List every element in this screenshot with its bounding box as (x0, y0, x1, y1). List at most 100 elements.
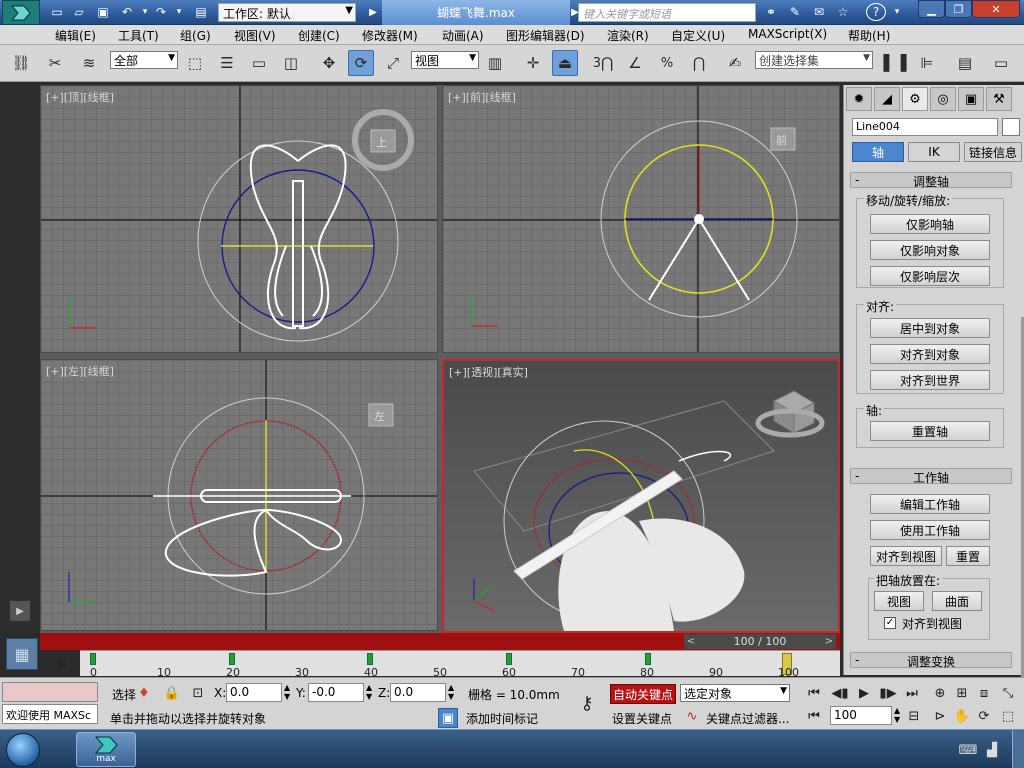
align-icon[interactable]: ⊫ (914, 50, 940, 76)
frame-spinner-icon[interactable]: ▲ ▼ (894, 706, 900, 724)
y-coordinate-field[interactable]: -0.0 (308, 683, 364, 702)
select-by-name-icon[interactable]: ☰ (214, 50, 240, 76)
keyframe-marker[interactable] (506, 653, 512, 665)
menu-create[interactable]: 创建(C) (298, 27, 340, 44)
select-manipulate-icon[interactable]: ✛ (520, 50, 546, 76)
subtab-pivot[interactable]: 轴 (852, 142, 904, 162)
redo-icon[interactable]: ↷ (152, 3, 170, 21)
layer-manager-icon[interactable]: ▤ (952, 50, 978, 76)
viewport-perspective[interactable]: [+][透视][真实] (442, 359, 840, 633)
subtab-ik[interactable]: IK (908, 142, 960, 162)
keyboard-icon[interactable]: ⌨ (958, 740, 978, 760)
absolute-mode-icon[interactable]: ⊡ (188, 683, 208, 703)
set-key-label[interactable]: 设置关键点 (612, 710, 672, 727)
app-logo-icon[interactable] (2, 0, 40, 25)
isolate-icon[interactable]: ♦ (134, 683, 154, 703)
modify-tab-icon[interactable]: ◢ (874, 87, 900, 111)
viewport-left[interactable]: [+][左][线框] 左 (40, 359, 438, 631)
keyframe-marker[interactable] (645, 653, 651, 665)
time-slider-prev-icon[interactable]: < (684, 634, 698, 649)
menu-customize[interactable]: 自定义(U) (671, 27, 725, 44)
search-input[interactable]: 键入关键字或短语 (578, 3, 756, 22)
subtab-link-info[interactable]: 链接信息 (964, 142, 1022, 162)
curve-editor-icon[interactable]: ≣ (50, 654, 72, 672)
track-bar[interactable]: 0 10 20 30 40 50 60 70 80 90 100 (80, 650, 840, 679)
scale-icon[interactable]: ⤢ (380, 50, 406, 76)
snap-toggle-icon[interactable]: 3 ⋂ (590, 50, 616, 76)
align-to-view-button[interactable]: 对齐到视图 (870, 546, 942, 566)
start-button-icon[interactable] (6, 733, 40, 767)
viewport-label-front[interactable]: [+][前][线框] (448, 89, 516, 105)
close-button[interactable]: ✕ (972, 0, 1020, 18)
auto-key-button[interactable]: 自动关键点 (610, 684, 676, 704)
show-desktop-button[interactable] (1012, 730, 1024, 768)
project-folder-icon[interactable]: ▤ (192, 3, 210, 21)
display-tab-icon[interactable]: ▣ (958, 87, 984, 111)
help-dropdown-icon[interactable]: ▾ (888, 3, 906, 21)
redo-dropdown-icon[interactable]: ▾ (170, 3, 188, 21)
menu-graph-editors[interactable]: 图形编辑器(D) (506, 27, 585, 44)
wrench-icon[interactable]: ✎ (786, 3, 804, 21)
center-to-object-button[interactable]: 居中到对象 (870, 318, 990, 338)
maxscript-welcome-field[interactable]: 欢迎使用 MAXSc (2, 704, 98, 724)
link-icon[interactable]: ⛓ (8, 50, 34, 76)
zoom-extents-icon[interactable]: ⧈ (974, 683, 994, 703)
menu-animation[interactable]: 动画(A) (442, 27, 484, 44)
keyframe-marker[interactable] (367, 653, 373, 665)
affect-object-only-button[interactable]: 仅影响对象 (870, 240, 990, 260)
viewport-layout-icon[interactable]: ▦ (6, 638, 38, 670)
edit-named-sel-icon[interactable]: ✍ (722, 50, 748, 76)
keyframe-marker[interactable] (90, 653, 96, 665)
y-spinner-icon[interactable]: ▲ ▼ (366, 683, 372, 701)
viewcube-front-label[interactable]: 前 (776, 132, 787, 148)
time-tag-icon[interactable]: ▣ (438, 708, 458, 728)
use-working-pivot-button[interactable]: 使用工作轴 (870, 520, 990, 540)
field-of-view-icon[interactable]: ⊳ (930, 706, 950, 726)
rect-selection-icon[interactable]: ▭ (246, 50, 272, 76)
x-spinner-icon[interactable]: ▲ ▼ (284, 683, 290, 701)
viewport-label-left[interactable]: [+][左][线框] (46, 363, 114, 379)
key-filters-button[interactable]: 关键点过滤器... (706, 710, 789, 727)
play-icon[interactable]: ▶ (854, 683, 874, 703)
percent-snap-icon[interactable]: % (654, 50, 680, 76)
object-name-field[interactable]: Line004 (852, 118, 998, 136)
time-slider-next-icon[interactable]: > (822, 634, 836, 649)
viewport-label-top[interactable]: [+][顶][线框] (46, 89, 114, 105)
maxscript-listener-mini[interactable] (2, 682, 98, 702)
align-to-world-button[interactable]: 对齐到世界 (870, 370, 990, 390)
ribbon-icon[interactable]: ▭ (988, 50, 1014, 76)
zoom-icon[interactable]: ⊕ (930, 683, 950, 703)
pan-icon[interactable]: ✋ (952, 706, 972, 726)
selection-set-dropdown[interactable]: 创建选择集 ▼ (755, 51, 873, 69)
bind-spacewarp-icon[interactable]: ≋ (76, 50, 102, 76)
reset-pivot-button[interactable]: 重置轴 (870, 421, 990, 441)
maximize-viewport-icon[interactable]: ⬚ (998, 706, 1018, 726)
menu-modifiers[interactable]: 修改器(M) (362, 27, 418, 44)
utilities-tab-icon[interactable]: ⚒ (986, 87, 1012, 111)
keyframe-marker[interactable] (229, 653, 235, 665)
minimize-button[interactable]: ▁ (918, 0, 945, 18)
viewcube-top-label[interactable]: 上 (376, 134, 387, 150)
motion-tab-icon[interactable]: ◎ (930, 87, 956, 111)
goto-end-icon[interactable]: ⏭ (902, 683, 922, 703)
angle-snap-icon[interactable]: ∠ (622, 50, 648, 76)
rotate-icon[interactable]: ⟳ (348, 50, 374, 76)
taskbar-3dsmax-app[interactable]: max (76, 732, 136, 767)
hierarchy-tab-icon[interactable]: ⚙ (902, 87, 928, 111)
move-icon[interactable]: ✥ (316, 50, 342, 76)
affect-hierarchy-only-button[interactable]: 仅影响层次 (870, 266, 990, 286)
viewcube-left-label[interactable]: 左 (374, 408, 385, 424)
viewport-front[interactable]: [+][前][线框] 前 (442, 85, 840, 353)
time-slider-thumb[interactable]: 100 / 100 (698, 634, 822, 649)
key-mode-dropdown[interactable]: 选定对象 ▼ (680, 684, 790, 702)
new-file-icon[interactable]: ▭ (48, 3, 66, 21)
key-mode-toggle-icon[interactable]: ⏮ (804, 706, 824, 726)
menu-rendering[interactable]: 渲染(R) (607, 27, 649, 44)
lock-selection-icon[interactable]: 🔒 (162, 683, 182, 703)
undo-icon[interactable]: ↶ (118, 3, 136, 21)
ref-coord-dropdown[interactable]: 视图 ▼ (411, 51, 479, 69)
place-surface-button[interactable]: 曲面 (932, 591, 982, 611)
mirror-icon[interactable]: ▌▐ (882, 50, 908, 76)
pivot-center-icon[interactable]: ▥ (482, 50, 508, 76)
zoom-all-icon[interactable]: ⊞ (952, 683, 972, 703)
